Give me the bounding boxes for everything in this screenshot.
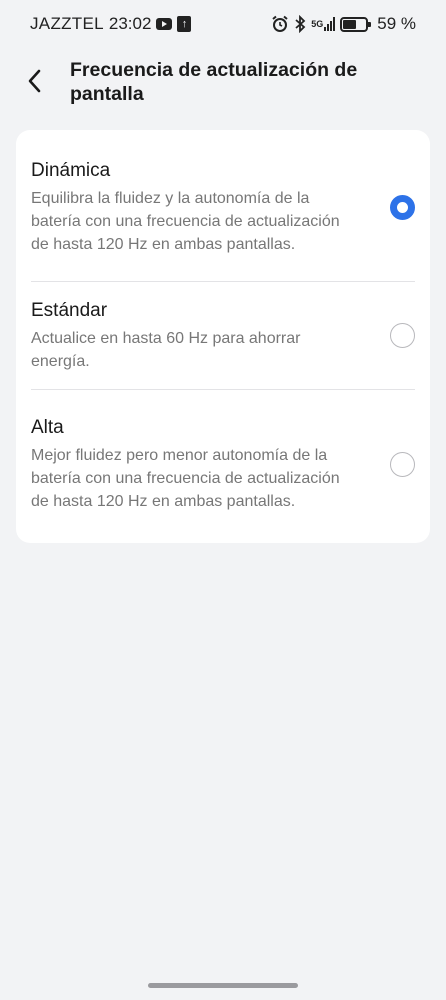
- back-button[interactable]: [0, 56, 70, 106]
- page-title: Frecuencia de actualización de pantalla: [70, 59, 358, 105]
- signal-icon: 5G: [311, 17, 336, 31]
- option-title: Alta: [31, 416, 64, 438]
- option-alta[interactable]: Alta Mejor fluidez pero menor autonomía …: [31, 390, 415, 542]
- option-description: Mejor fluidez pero menor autonomía de la…: [31, 446, 340, 510]
- status-bar-right: 5G 59 %: [271, 14, 416, 34]
- option-text: Alta Mejor fluidez pero menor autonomía …: [31, 416, 361, 513]
- radio-dinamica[interactable]: [390, 195, 415, 220]
- clock: 23:02: [108, 14, 152, 33]
- option-description: Actualice en hasta 60 Hz para ahorrar en…: [31, 329, 301, 370]
- option-dinamica[interactable]: Dinámica Equilibra la fluidez y la auton…: [31, 130, 415, 282]
- option-title: Dinámica: [31, 160, 111, 181]
- alarm-icon: [271, 15, 289, 33]
- battery-icon: [340, 16, 372, 32]
- bluetooth-icon: [294, 15, 306, 33]
- youtube-icon: [156, 18, 173, 30]
- option-description: Equilibra la fluidez y la autonomía de l…: [31, 190, 340, 253]
- option-title: Estándar: [31, 299, 108, 321]
- option-text: Dinámica Equilibra la fluidez y la auton…: [31, 159, 361, 256]
- option-estandar[interactable]: Estándar Actualice en hasta 60 Hz para a…: [31, 282, 415, 390]
- option-text: Estándar Actualice en hasta 60 Hz para a…: [31, 299, 361, 373]
- home-indicator[interactable]: [148, 983, 298, 988]
- upload-icon: ↑: [177, 16, 192, 32]
- status-bar-left: JAZZTEL 23:02 ↑: [30, 14, 192, 34]
- status-bar: JAZZTEL 23:02 ↑ 5G 59 %: [0, 0, 446, 48]
- radio-alta[interactable]: [390, 451, 415, 477]
- radio-estandar[interactable]: [390, 323, 415, 348]
- refresh-rate-options-card: Dinámica Equilibra la fluidez y la auton…: [16, 130, 430, 543]
- chevron-left-icon: [28, 69, 41, 93]
- battery-percentage: 59 %: [377, 14, 416, 33]
- carrier-name: JAZZTEL: [30, 14, 104, 33]
- network-type: 5G: [311, 18, 324, 29]
- battery-level: [343, 19, 357, 29]
- app-bar: Frecuencia de actualización de pantalla: [0, 56, 446, 106]
